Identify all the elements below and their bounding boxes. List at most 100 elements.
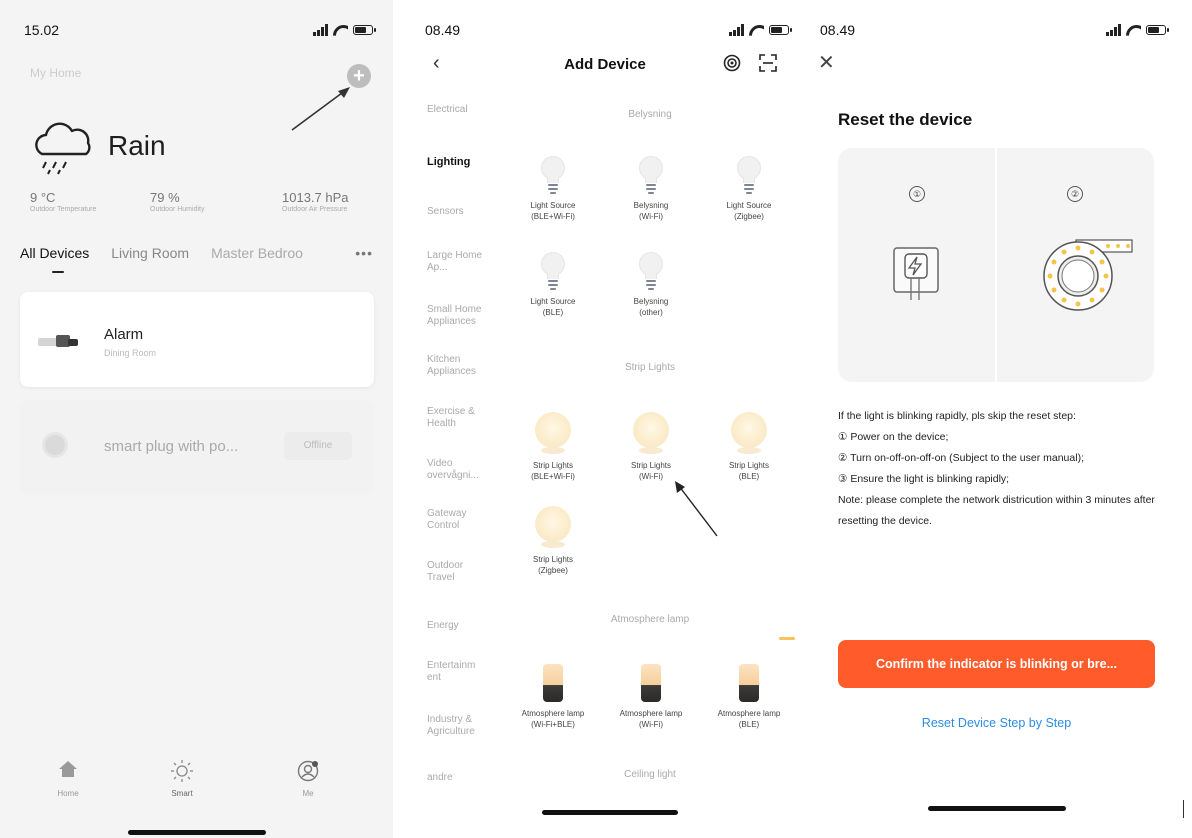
tab-indicator [52, 271, 64, 273]
category-electrical[interactable]: Electrical [427, 104, 468, 116]
instruction-intro: If the light is blinking rapidly, pls sk… [838, 410, 1076, 422]
wifi-icon [1126, 25, 1141, 36]
tabbar-me[interactable]: Me [278, 760, 338, 798]
page-title: Reset the device [838, 110, 973, 129]
device-tile-strip-ble-wifi[interactable]: Strip Lights (BLE+Wi-Fi) [508, 412, 598, 482]
device-name: smart plug with po... [104, 438, 239, 455]
tile-label-1: Strip Lights [532, 555, 574, 564]
device-tile-strip-wifi[interactable]: Strip Lights (Wi-Fi) [606, 412, 696, 482]
step-2-number: ② [1067, 186, 1083, 202]
instruction-note: Note: please complete the network distri… [838, 494, 1155, 527]
weather-condition: Rain [108, 130, 166, 161]
signal-icon [1106, 24, 1121, 36]
nav-actions [723, 54, 777, 72]
scroll-indicator [779, 637, 795, 640]
auto-scan-icon[interactable] [723, 54, 741, 72]
tile-label-1: Atmosphere lamp [521, 709, 585, 718]
status-bar: 08.49 [409, 22, 801, 42]
device-card-alarm[interactable]: Alarm Dining Room [20, 292, 374, 387]
outdoor-temperature: 9 °C Outdoor Temperature [30, 190, 96, 213]
close-button[interactable]: ✕ [818, 50, 835, 75]
tile-label-2: (Zigbee) [734, 212, 764, 221]
tile-label-2: (Wi-Fi) [639, 720, 663, 729]
power-socket-icon [893, 247, 939, 300]
device-tile-strip-ble[interactable]: Strip Lights (BLE) [704, 412, 794, 482]
category-industry-agriculture[interactable]: Industry & Agriculture [427, 714, 489, 738]
strip-light-reel-icon [1043, 239, 1133, 311]
device-tile-strip-zigbee[interactable]: Strip Lights (Zigbee) [508, 506, 598, 576]
reset-step-by-step-link[interactable]: Reset Device Step by Step [838, 716, 1155, 730]
reset-instructions: If the light is blinking rapidly, pls sk… [838, 406, 1158, 532]
device-tile-belysning-other[interactable]: Belysning (other) [606, 252, 696, 318]
atmosphere-lamp-icon [641, 664, 661, 702]
device-tile-light-source-zigbee[interactable]: Light Source (Zigbee) [704, 156, 794, 222]
category-large-home-appliances[interactable]: Large Home Ap... [427, 250, 487, 274]
alarm-device-icon [38, 335, 78, 347]
wifi-icon [333, 25, 348, 36]
instruction-step-1: ① Power on the device; [838, 431, 949, 443]
temperature-value: 9 °C [30, 190, 56, 205]
bulb-icon [541, 156, 565, 200]
pressure-value: 1013.7 hPa [282, 190, 349, 205]
category-gateway-control[interactable]: Gateway Control [427, 508, 477, 532]
device-tile-belysning-wifi[interactable]: Belysning (Wi-Fi) [606, 156, 696, 222]
device-tile-light-source-ble[interactable]: Light Source (BLE) [508, 252, 598, 318]
qr-scan-icon[interactable] [759, 54, 777, 72]
category-lighting[interactable]: Lighting [427, 156, 470, 168]
battery-icon [353, 25, 376, 35]
device-tile-atmosphere-wifi[interactable]: Atmosphere lamp (Wi-Fi) [601, 664, 701, 730]
tile-label-1: Light Source [530, 201, 576, 210]
outdoor-pressure: 1013.7 hPa Outdoor Air Pressure [282, 190, 349, 213]
home-indicator [928, 806, 1066, 811]
device-tile-atmosphere-ble[interactable]: Atmosphere lamp (BLE) [699, 664, 799, 730]
status-time: 08.49 [425, 22, 461, 38]
section-strip-lights: Strip Lights [624, 362, 676, 373]
tab-living-room[interactable]: Living Room [111, 245, 189, 261]
tile-label-2: (BLE) [542, 308, 564, 317]
status-bar: 08.49 [812, 22, 1180, 42]
tabbar-home[interactable]: Home [38, 760, 98, 798]
reset-device-screen: 08.49 ✕ Reset the device ① ② If the ligh… [812, 0, 1180, 838]
device-room: Dining Room [104, 348, 157, 358]
category-outdoor-travel[interactable]: Outdoor Travel [427, 560, 477, 584]
outdoor-humidity: 79 % Outdoor Humidity [150, 190, 204, 213]
tab-all-devices[interactable]: All Devices [20, 245, 89, 261]
strip-light-icon [731, 412, 767, 454]
device-card-smart-plug[interactable]: smart plug with po... Offline [20, 400, 374, 495]
tile-label-2: (BLE+Wi-Fi) [531, 212, 575, 221]
bottom-tab-bar: Home Smart Me [0, 760, 393, 810]
tile-label-1: Strip Lights [532, 461, 574, 470]
battery-icon [1146, 25, 1169, 35]
category-energy[interactable]: Energy [427, 620, 459, 632]
tile-label-1: Light Source [726, 201, 772, 210]
strip-light-icon [633, 412, 669, 454]
tabbar-smart[interactable]: Smart [152, 760, 212, 798]
confirm-blinking-button[interactable]: Confirm the indicator is blinking or bre… [838, 640, 1155, 688]
category-kitchen-appliances[interactable]: Kitchen Appliances [427, 354, 487, 378]
status-bar: 15.02 [0, 22, 393, 42]
device-tile-atmosphere-wifi-ble[interactable]: Atmosphere lamp (Wi-Fi+BLE) [503, 664, 603, 730]
atmosphere-lamp-icon [739, 664, 759, 702]
category-video[interactable]: Video overvågni... [427, 458, 491, 482]
device-tile-light-source-ble-wifi[interactable]: Light Source (BLE+Wi-Fi) [508, 156, 598, 222]
tile-label-2: (Zigbee) [538, 566, 568, 575]
step-1-number: ① [909, 186, 925, 202]
category-andre[interactable]: andre [427, 772, 453, 784]
category-exercise-health[interactable]: Exercise & Health [427, 406, 483, 430]
illustration-divider [995, 148, 997, 382]
category-small-home-appliances[interactable]: Small Home Appliances [427, 304, 493, 328]
reset-illustration: ① ② [838, 148, 1154, 382]
home-selector[interactable]: My Home [30, 66, 81, 80]
strip-light-icon [535, 412, 571, 454]
tile-label-2: (BLE+Wi-Fi) [531, 472, 575, 481]
bulb-icon [737, 156, 761, 200]
smart-plug-icon [42, 432, 68, 458]
tile-label-1: Atmosphere lamp [619, 709, 683, 718]
tab-master-bedroom[interactable]: Master Bedroo [211, 245, 303, 261]
annotation-arrow-icon [675, 481, 718, 537]
category-entertainment[interactable]: Entertainm ent [427, 660, 479, 684]
more-tabs-button[interactable]: ••• [355, 245, 373, 261]
section-ceiling-light: Ceiling light [624, 769, 676, 780]
category-sensors[interactable]: Sensors [427, 206, 464, 218]
sun-icon [171, 760, 193, 782]
